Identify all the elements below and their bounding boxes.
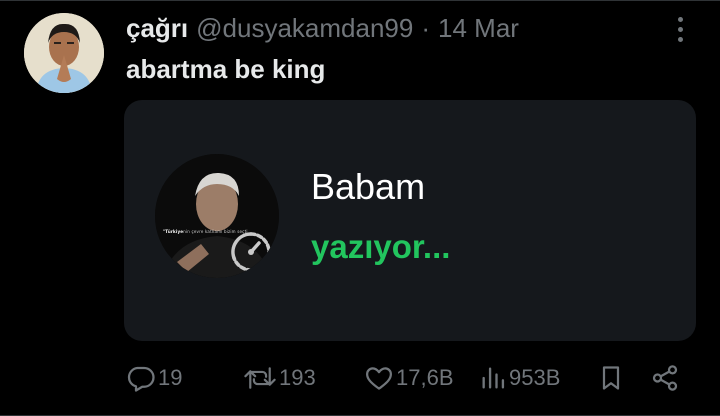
bookmark-icon: [602, 366, 620, 390]
tweet-date[interactable]: 14 Mar: [438, 13, 519, 44]
view-count: 953B: [509, 365, 561, 390]
top-divider: [0, 0, 720, 1]
analytics-icon: [482, 367, 505, 389]
user-handle[interactable]: @dusyakamdan99: [196, 13, 413, 44]
tweet-text: abartma be king: [126, 54, 326, 84]
tweet-actions: 19 193 17,6B 953B: [0, 358, 720, 398]
display-name[interactable]: çağrı: [126, 13, 188, 44]
bookmark-button[interactable]: [597, 358, 625, 398]
share-button[interactable]: [650, 358, 680, 398]
media-avatar: "Türkiyenin çevre katliamı bizim seçti: [155, 154, 279, 278]
avatar[interactable]: [24, 13, 104, 93]
repost-count: 193: [279, 365, 316, 390]
reply-count: 19: [158, 365, 183, 390]
reply-button[interactable]: 19: [126, 358, 182, 398]
more-options-button[interactable]: [666, 14, 694, 44]
repost-button[interactable]: 193: [243, 358, 316, 398]
media-card[interactable]: "Türkiyenin çevre katliamı bizim seçti B…: [124, 100, 696, 341]
speedometer-icon: [231, 232, 271, 272]
reply-icon: [127, 366, 155, 392]
tweet-header: çağrı @dusyakamdan99 · 14 Mar: [126, 12, 519, 44]
share-icon: [652, 365, 678, 391]
views-button[interactable]: 953B: [479, 358, 560, 398]
more-dot-icon: [677, 26, 683, 32]
praying-man-avatar-icon: [24, 13, 104, 93]
more-dot-icon: [677, 16, 683, 22]
heart-icon: [366, 367, 392, 390]
header-separator: ·: [421, 12, 431, 43]
like-button[interactable]: 17,6B: [364, 358, 454, 398]
tweet[interactable]: çağrı @dusyakamdan99 · 14 Mar abartma be…: [0, 0, 720, 416]
like-count: 17,6B: [396, 365, 454, 390]
media-contact-name: Babam: [311, 166, 426, 207]
media-typing-status: yazıyor...: [311, 228, 451, 265]
more-dot-icon: [677, 36, 683, 42]
repost-icon: [244, 367, 276, 389]
